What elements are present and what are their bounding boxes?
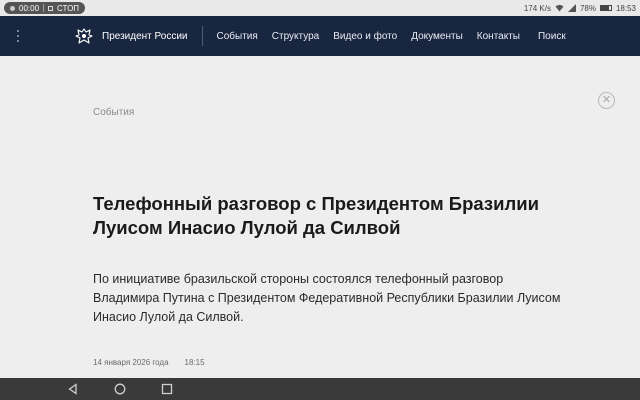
- stop-icon: [48, 5, 54, 11]
- nav-link-contacts[interactable]: Контакты: [477, 31, 520, 42]
- home-button[interactable]: [113, 382, 127, 396]
- section-breadcrumb[interactable]: События: [93, 107, 134, 118]
- battery-percent: 78%: [579, 3, 596, 13]
- site-header: Президент России События Структура Видео…: [0, 16, 640, 56]
- status-bar: 00:00 СТОП 174 K/s 78% 18:53: [0, 0, 640, 16]
- emblem-icon[interactable]: [74, 26, 94, 46]
- close-icon: ✕: [601, 94, 612, 106]
- recording-time: 00:00: [19, 3, 40, 13]
- article-page: События ✕ Телефонный разговор с Президен…: [0, 56, 640, 378]
- clock: 18:53: [615, 3, 636, 13]
- recents-icon: [161, 383, 173, 395]
- nav-divider: [201, 26, 203, 46]
- nav-link-video-photo[interactable]: Видео и фото: [333, 31, 397, 42]
- nav-link-documents[interactable]: Документы: [411, 31, 463, 42]
- close-button[interactable]: ✕: [598, 92, 615, 109]
- signal-icon: [567, 4, 576, 12]
- nav-search-link[interactable]: Поиск: [538, 31, 566, 42]
- recents-button[interactable]: [160, 382, 174, 396]
- wifi-icon: [555, 4, 564, 12]
- article-title: Телефонный разговор с Президентом Бразил…: [93, 193, 539, 238]
- home-icon: [114, 383, 126, 395]
- back-icon: [68, 383, 77, 395]
- battery-icon: [599, 5, 612, 11]
- article-date: 14 января 2026 года: [93, 358, 169, 367]
- back-button[interactable]: [66, 382, 80, 396]
- site-brand-link[interactable]: Президент России: [102, 31, 188, 42]
- nav-link-structure[interactable]: Структура: [272, 31, 319, 42]
- recorder-divider: [43, 4, 45, 12]
- nav-link-events[interactable]: События: [217, 31, 258, 42]
- record-dot-icon: [10, 5, 15, 11]
- system-nav-bar: [0, 378, 640, 400]
- status-indicators: 174 K/s 78% 18:53: [524, 4, 636, 13]
- network-speed: 174 K/s: [523, 3, 551, 13]
- menu-dots-icon[interactable]: [0, 30, 36, 42]
- screen-recorder-pill[interactable]: 00:00 СТОП: [4, 2, 86, 14]
- article-time: 18:15: [184, 358, 205, 367]
- article-lead: По инициативе бразильской стороны состоя…: [93, 272, 561, 324]
- article-meta: 14 января 2026 года 18:15: [93, 358, 205, 367]
- recording-stop-label[interactable]: СТОП: [57, 4, 79, 13]
- main-nav: События Структура Видео и фото Документы…: [217, 31, 580, 42]
